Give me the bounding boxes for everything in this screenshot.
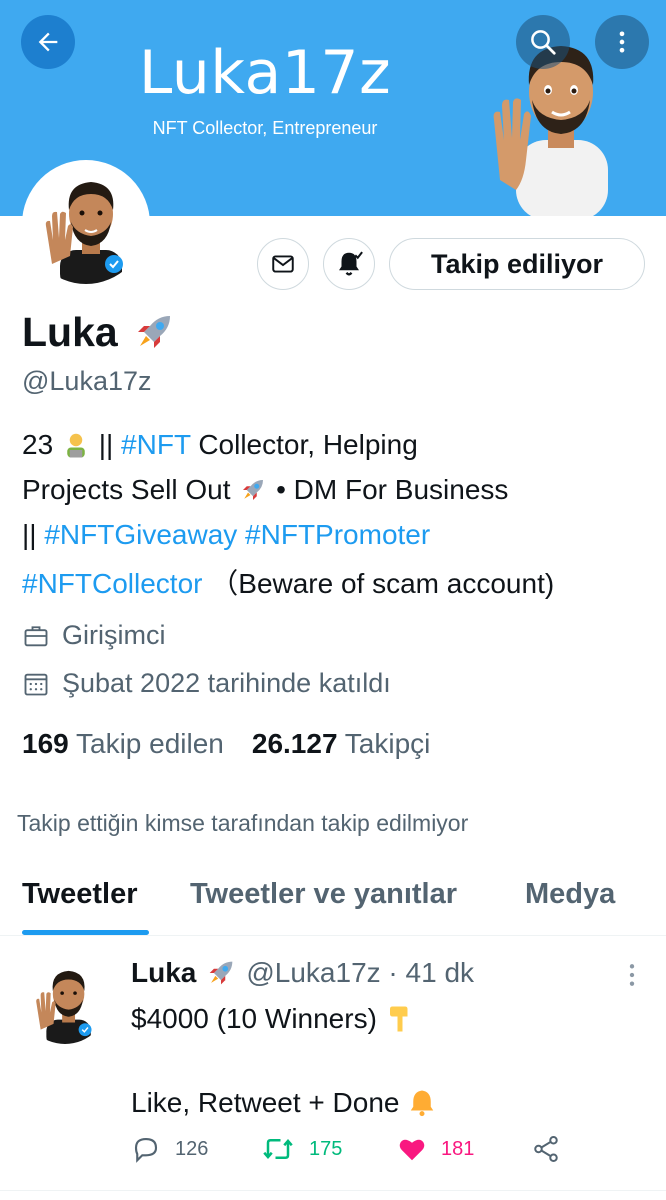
search-icon: [531, 30, 556, 55]
bio-text: Collector, Helping: [190, 429, 418, 460]
reply-button[interactable]: 126: [131, 1134, 208, 1164]
avatar-illustration: [26, 164, 146, 284]
tweet-more-button[interactable]: [624, 962, 640, 993]
hashtag-link[interactable]: #NFTGiveaway: [44, 519, 237, 550]
divider: [0, 1190, 666, 1191]
rocket-icon: [210, 961, 233, 985]
bio-text: ||: [90, 429, 122, 460]
bio-line: #NFTCollector （Beware of scam account): [22, 561, 652, 606]
tweet-header: Luka @Luka17z · 41 dk: [131, 956, 474, 990]
tweet-handle-time: @Luka17z · 41 dk: [246, 957, 475, 988]
tweet-avatar[interactable]: [22, 958, 108, 1044]
tab-tweets[interactable]: Tweetler: [22, 878, 138, 911]
back-button[interactable]: [21, 15, 75, 69]
bio-text: 23: [22, 429, 61, 460]
profile-handle: @Luka17z: [22, 366, 152, 396]
following-count: 169: [22, 728, 69, 759]
mail-icon: [272, 255, 294, 273]
tweet-line: Like, Retweet + Done: [131, 1082, 631, 1124]
retweet-button[interactable]: 175: [261, 1134, 342, 1164]
bio-line: Projects Sell Out • DM For Business: [22, 467, 652, 512]
notifications-button[interactable]: [323, 238, 375, 290]
profile-category: Girişimci: [22, 620, 165, 651]
tweet-line: $4000 (10 Winners): [131, 998, 631, 1040]
active-tab-indicator: [22, 930, 149, 935]
reply-count: 126: [175, 1137, 209, 1160]
display-name: Luka: [22, 308, 118, 355]
bell-check-icon: [339, 251, 363, 276]
more-vertical-icon: [619, 31, 625, 53]
bio-text: ||: [22, 519, 45, 550]
profile-tabs: Tweetler Tweetler ve yanıtlar Medya: [0, 860, 666, 936]
bio-text: （Beware of scam account): [210, 568, 555, 599]
tweet-line-text: Like, Retweet + Done: [131, 1087, 408, 1118]
share-icon: [534, 1136, 558, 1162]
join-date-text: Şubat 2022 tarihinde katıldı: [62, 668, 391, 698]
retweet-icon: [263, 1138, 293, 1160]
hashtag-link[interactable]: #NFTPromoter: [245, 519, 430, 550]
bio-line: || #NFTGiveaway #NFTPromoter: [22, 512, 652, 557]
technologist-emoji-icon: [67, 433, 85, 458]
tab-media[interactable]: Medya: [525, 878, 615, 911]
following-button[interactable]: Takip ediliyor: [389, 238, 645, 290]
following-stat[interactable]: 169 Takip edilen: [22, 728, 224, 760]
following-label: Takip edilen: [76, 728, 224, 759]
profile-avatar[interactable]: [22, 160, 150, 288]
profile-bio: 23 || #NFT Collector, Helping Projects S…: [22, 422, 652, 606]
profile-name: Luka: [22, 308, 178, 356]
rocket-icon: [137, 316, 170, 348]
bio-text: • DM For Business: [268, 474, 509, 505]
followers-stat[interactable]: 26.127 Takipçi: [252, 728, 431, 760]
tweet-text: $4000 (10 Winners) Like, Retweet + Done: [131, 998, 631, 1124]
follow-stats: 169 Takip edilen 26.127 Takipçi: [22, 728, 430, 760]
hashtag-link[interactable]: #NFT: [121, 429, 191, 460]
share-button[interactable]: [531, 1134, 561, 1164]
bio-line: 23 || #NFT Collector, Helping: [22, 422, 652, 467]
more-options-button[interactable]: [595, 15, 649, 69]
briefcase-icon: [24, 625, 48, 646]
followers-count: 26.127: [251, 728, 338, 759]
arrow-left-icon: [38, 32, 58, 52]
tweet-actions: 126 175 181: [131, 1134, 571, 1170]
banner-subtitle: NFT Collector, Entrepreneur: [152, 118, 378, 138]
calendar-icon: [24, 673, 48, 695]
reply-icon: [134, 1137, 158, 1163]
tweet-line-text: $4000 (10 Winners): [131, 1003, 385, 1034]
not-followed-note: Takip ettiğin kimse tarafından takip edi…: [17, 810, 469, 836]
hashtag-link[interactable]: #NFTCollector: [22, 568, 202, 599]
pointing-down-emoji-icon: [389, 1006, 408, 1032]
retweet-count: 175: [309, 1137, 343, 1160]
avatar-illustration: [22, 958, 108, 1044]
join-date: Şubat 2022 tarihinde katıldı: [22, 668, 391, 699]
rocket-icon: [243, 480, 264, 500]
category-text: Girişimci: [62, 620, 166, 650]
bio-text: Projects Sell Out: [22, 474, 239, 505]
like-button[interactable]: 181: [397, 1134, 474, 1164]
followers-label: Takipçi: [344, 728, 431, 759]
bell-emoji-icon: [411, 1090, 434, 1117]
message-button[interactable]: [257, 238, 309, 290]
more-vertical-icon: [629, 964, 635, 986]
like-count: 181: [441, 1137, 475, 1160]
banner-title: Luka17z: [138, 38, 392, 108]
search-button[interactable]: [516, 15, 570, 69]
tab-tweets-and-replies[interactable]: Tweetler ve yanıtlar: [190, 878, 457, 911]
tweet-author-name[interactable]: Luka: [131, 957, 196, 989]
heart-filled-icon: [399, 1139, 425, 1161]
